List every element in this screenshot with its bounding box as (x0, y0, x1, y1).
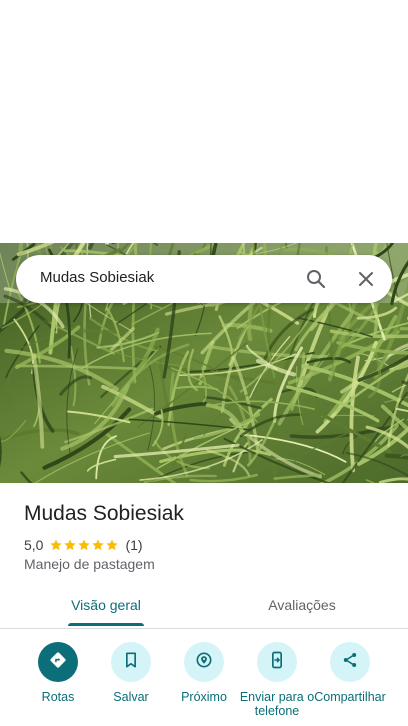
place-title: Mudas Sobiesiak (24, 502, 184, 525)
search-icon[interactable] (304, 267, 328, 291)
star-icon (64, 539, 77, 551)
star-icon (92, 539, 105, 551)
review-count[interactable]: (1) (125, 537, 142, 553)
bookmark-icon (121, 650, 141, 675)
action-bar: Rotas Salvar Próximo Enviar para o telef… (0, 642, 408, 726)
tab-reviews[interactable]: Avaliações (204, 583, 400, 627)
star-rating (49, 538, 119, 552)
send-to-phone-label: Enviar para o telefone (239, 690, 315, 718)
directions-button[interactable]: Rotas (20, 642, 96, 704)
star-icon (50, 539, 63, 551)
nearby-button[interactable]: Próximo (166, 642, 242, 704)
save-label: Salvar (113, 690, 149, 704)
share-icon (340, 650, 360, 675)
tab-selected-indicator (68, 623, 144, 626)
rating-row[interactable]: 5,0 (1) (24, 535, 143, 555)
nearby-icon (194, 650, 214, 675)
share-label: Compartilhar (314, 690, 386, 704)
tab-overview[interactable]: Visão geral (0, 583, 212, 627)
directions-label: Rotas (41, 690, 75, 704)
share-button[interactable]: Compartilhar (312, 642, 388, 704)
send-to-phone-icon (267, 650, 287, 675)
search-input[interactable]: Mudas Sobiesiak (40, 269, 154, 286)
close-icon[interactable] (354, 267, 378, 291)
place-category[interactable]: Manejo de pastagem (24, 556, 155, 572)
star-icon (78, 539, 91, 551)
save-button[interactable]: Salvar (93, 642, 169, 704)
star-icon (106, 539, 119, 551)
search-bar[interactable]: Mudas Sobiesiak (16, 255, 392, 303)
rating-value: 5,0 (24, 537, 44, 553)
nearby-label: Próximo (181, 690, 227, 704)
directions-icon (48, 650, 68, 675)
map-area[interactable] (0, 0, 408, 243)
send-to-phone-button[interactable]: Enviar para o telefone (239, 642, 315, 718)
place-details-page: Mudas Sobiesiak Mudas Sobiesiak 5,0 (1) … (0, 0, 408, 726)
tab-bar: Visão geral Avaliações (0, 583, 408, 629)
